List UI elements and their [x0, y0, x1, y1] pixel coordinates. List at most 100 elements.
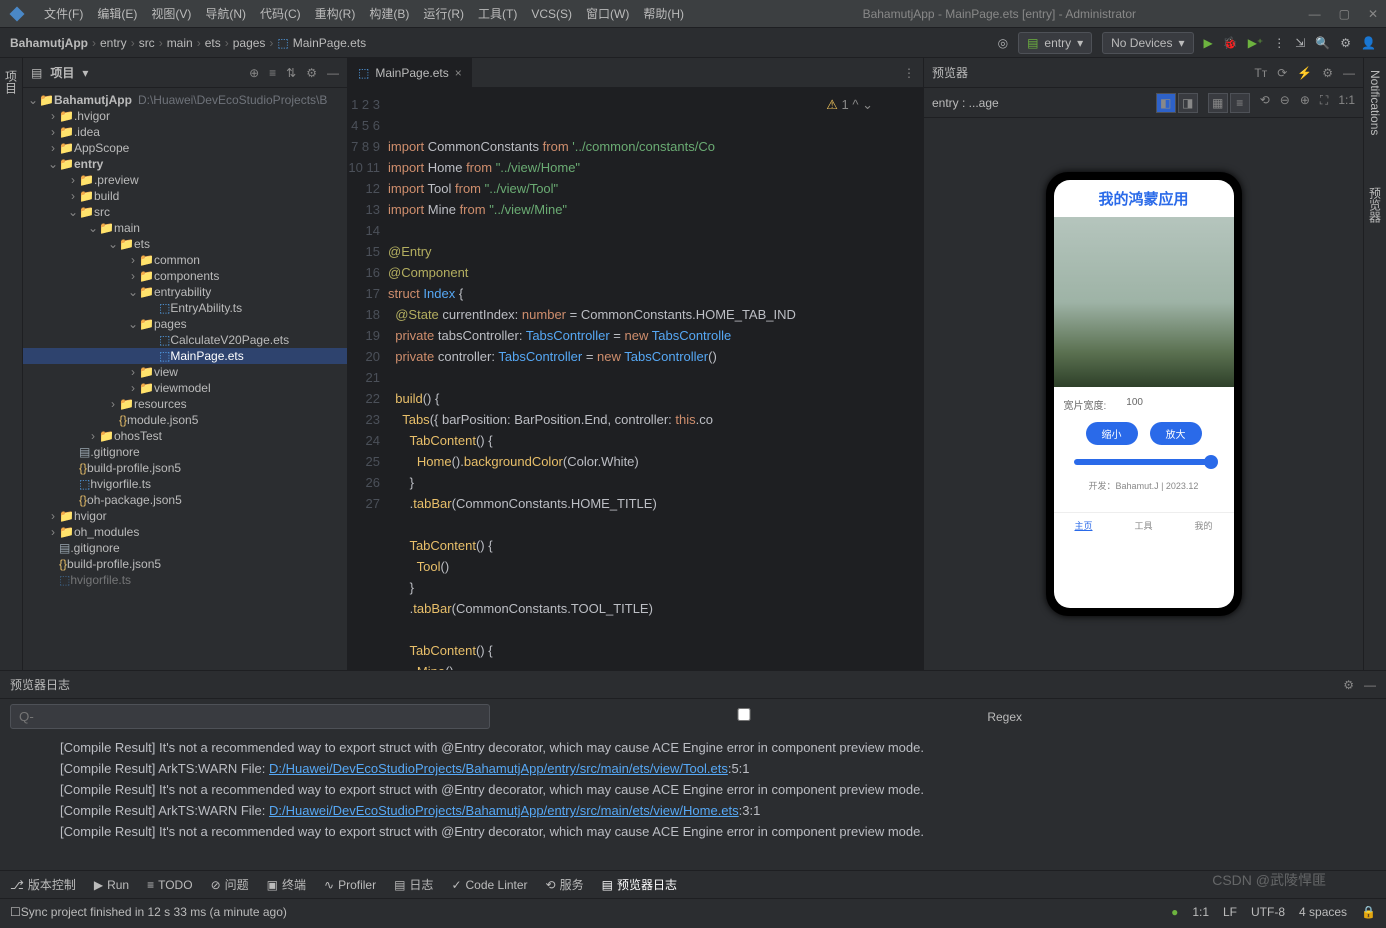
menu-build[interactable]: 构建(B): [363, 3, 415, 24]
hide-icon[interactable]: —: [1343, 66, 1355, 80]
run-config-combo[interactable]: ▤entry▾: [1018, 32, 1092, 54]
menu-help[interactable]: 帮助(H): [637, 3, 690, 24]
gear-icon[interactable]: ⚙: [306, 66, 317, 80]
debug-icon[interactable]: 🐞: [1223, 36, 1238, 50]
zoom-in-icon[interactable]: ⊕: [1300, 93, 1310, 113]
folder-icon: ▤: [31, 66, 42, 80]
statusbar: ☐ Sync project finished in 12 s 33 ms (a…: [0, 898, 1386, 924]
preview-title: 预览器: [932, 64, 968, 81]
breadcrumb[interactable]: BahamutjApp› entry› src› main› ets› page…: [10, 36, 366, 50]
bottom-tab-vcs[interactable]: ⎇ 版本控制: [10, 876, 76, 893]
bottom-tab-logs[interactable]: ▤ 日志: [394, 876, 433, 893]
lock-icon[interactable]: 🔒: [1361, 905, 1376, 919]
refresh-icon[interactable]: ⟳: [1277, 66, 1287, 80]
regex-checkbox[interactable]: Regex: [504, 708, 1022, 724]
phone-screen: 我的鸿蒙应用 宽片宽度:100 缩小 放大 开发：Bahamut.J | 202…: [1054, 180, 1234, 608]
dev-info: 开发：Bahamut.J | 2023.12: [1064, 479, 1224, 492]
list-icon[interactable]: ≡: [1230, 93, 1250, 113]
grid-icon[interactable]: ▦: [1208, 93, 1228, 113]
status-enc[interactable]: UTF-8: [1251, 905, 1285, 919]
bottom-tab-run[interactable]: ▶ Run: [94, 878, 129, 892]
gear-icon[interactable]: ⚙: [1322, 66, 1333, 80]
right-sidebar: Notifications 预览器: [1363, 58, 1386, 670]
app-title: 我的鸿蒙应用: [1054, 180, 1234, 217]
gear-icon[interactable]: ⚙: [1343, 678, 1354, 692]
status-message: Sync project finished in 12 s 33 ms (a m…: [21, 905, 287, 919]
bottom-tab-terminal[interactable]: ▣ 终端: [267, 876, 306, 893]
menu-tools[interactable]: 工具(T): [472, 3, 523, 24]
watermark: CSDN @武陵悍匪: [1212, 870, 1326, 890]
tab-home[interactable]: 主页: [1074, 519, 1092, 532]
plug-icon[interactable]: ⚡: [1297, 66, 1312, 80]
user-icon[interactable]: 👤: [1361, 36, 1376, 50]
zoom-out-icon[interactable]: ⊖: [1280, 93, 1290, 113]
left-sidebar: 项目: [0, 58, 23, 670]
target-icon[interactable]: ◎: [998, 36, 1008, 50]
bottom-tab-issues[interactable]: ⊘ 问题: [211, 876, 249, 893]
search-icon[interactable]: 🔍: [1315, 36, 1330, 50]
tab-mine[interactable]: 我的: [1194, 519, 1212, 532]
stop-icon[interactable]: ⋮: [1273, 36, 1285, 50]
view-mode-2[interactable]: ◨: [1178, 93, 1198, 113]
menu-nav[interactable]: 导航(N): [199, 3, 252, 24]
menu-code[interactable]: 代码(C): [254, 3, 307, 24]
bottom-tab-todo[interactable]: ≡ TODO: [147, 878, 192, 892]
menu-file[interactable]: 文件(F): [38, 3, 89, 24]
maximize-icon[interactable]: ▢: [1339, 7, 1350, 21]
run-icon[interactable]: ▶: [1204, 36, 1213, 50]
log-search-input[interactable]: [10, 704, 490, 729]
project-tree[interactable]: ⌄📁 BahamutjAppD:\Huawei\DevEcoStudioProj…: [23, 88, 347, 670]
right-tab-notifications[interactable]: Notifications: [1366, 64, 1384, 141]
menu-vcs[interactable]: VCS(S): [525, 5, 578, 23]
locate-icon[interactable]: ⊕: [249, 66, 259, 80]
menu-edit[interactable]: 编辑(E): [91, 3, 143, 24]
bottom-tab-linter[interactable]: ✓ Code Linter: [451, 878, 527, 892]
view-mode-1[interactable]: ◧: [1156, 93, 1176, 113]
window-title: BahamutjApp - MainPage.ets [entry] - Adm…: [692, 7, 1307, 21]
build-icon[interactable]: ⇲: [1295, 36, 1305, 50]
status-indent[interactable]: 4 spaces: [1299, 905, 1347, 919]
btn-shrink[interactable]: 缩小: [1086, 422, 1138, 445]
slider[interactable]: [1074, 459, 1214, 465]
tab-overflow-icon[interactable]: ⋮: [895, 66, 923, 80]
bottom-tab-profiler[interactable]: ∿ Profiler: [324, 878, 376, 892]
expand-icon[interactable]: ≡: [269, 66, 276, 80]
tree-selected: ⬚ MainPage.ets: [23, 348, 347, 364]
menubar: 文件(F) 编辑(E) 视图(V) 导航(N) 代码(C) 重构(R) 构建(B…: [0, 0, 1386, 28]
device-combo[interactable]: No Devices▾: [1102, 32, 1193, 54]
right-tab-preview[interactable]: 预览器: [1365, 181, 1386, 229]
log-output[interactable]: [Compile Result] It's not a recommended …: [0, 733, 1386, 870]
bottom-tab-services[interactable]: ⟲ 服务: [546, 876, 584, 893]
status-lf[interactable]: LF: [1223, 905, 1237, 919]
coverage-icon[interactable]: ▶⁺: [1248, 36, 1264, 50]
text-icon[interactable]: Tт: [1254, 66, 1267, 80]
minimize-icon[interactable]: —: [1309, 7, 1321, 21]
close-icon[interactable]: ✕: [1368, 7, 1378, 21]
reset-zoom[interactable]: 1:1: [1338, 93, 1355, 113]
hide-icon[interactable]: —: [1364, 678, 1376, 692]
editor-tab-active[interactable]: ⬚MainPage.ets×: [348, 58, 473, 87]
left-tab-project[interactable]: 项目: [1, 64, 22, 100]
editor-tabs: ⬚MainPage.ets× ⋮: [348, 58, 923, 88]
app-logo-icon: [8, 5, 26, 23]
rotate-icon[interactable]: ⟲: [1260, 93, 1270, 113]
log-panel: 预览器日志 ⚙— Regex [Compile Result] It's not…: [0, 670, 1386, 870]
menu-run[interactable]: 运行(R): [417, 3, 470, 24]
collapse-icon[interactable]: ⇅: [286, 66, 296, 80]
toolbar: BahamutjApp› entry› src› main› ets› page…: [0, 28, 1386, 58]
project-panel-title: 项目: [50, 64, 74, 81]
menu-refactor[interactable]: 重构(R): [309, 3, 362, 24]
preview-panel: 预览器 Tт ⟳ ⚡ ⚙ — entry : ...age ◧◨ ▦≡ ⟲ ⊖ …: [923, 58, 1363, 670]
preview-subtitle: entry : ...age: [932, 96, 999, 110]
menu-window[interactable]: 窗口(W): [580, 3, 635, 24]
status-pos[interactable]: 1:1: [1192, 905, 1209, 919]
code-editor[interactable]: 1 2 3 4 5 6 7 8 9 10 11 12 13 14 15 16 1…: [348, 88, 923, 670]
menu-view[interactable]: 视图(V): [145, 3, 197, 24]
btn-enlarge[interactable]: 放大: [1150, 422, 1202, 445]
gear-icon[interactable]: ⚙: [1340, 36, 1351, 50]
hide-icon[interactable]: —: [327, 66, 339, 80]
tab-tool[interactable]: 工具: [1134, 519, 1152, 532]
bottom-tab-preview-log[interactable]: ▤ 预览器日志: [602, 876, 677, 893]
fit-icon[interactable]: ⛶: [1320, 93, 1328, 113]
app-image: [1054, 217, 1234, 387]
